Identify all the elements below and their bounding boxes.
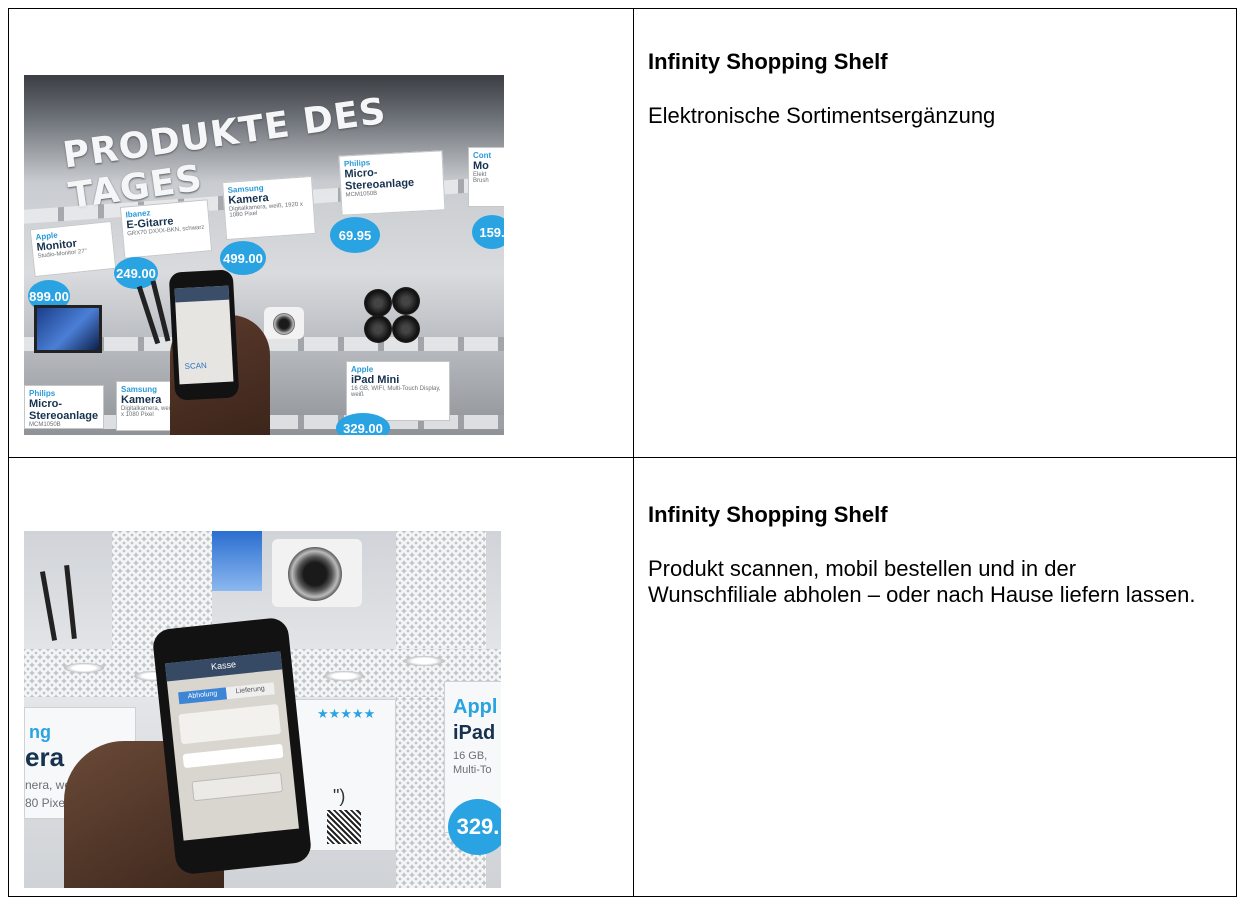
shelf-light: [64, 663, 104, 673]
product-card: Ibanez E-Gitarre GRX70 DXXX-BKN, schwarz: [119, 199, 213, 259]
price-badge: 329.00: [336, 413, 390, 435]
qr-code: [327, 810, 361, 844]
speaker-image: [364, 289, 392, 317]
product-card: Samsung Kamera Digitalkamera, weiß, 1920…: [222, 175, 316, 241]
table-row: PRODUKTE DES TAGES Apple Monitor Studio-…: [8, 8, 1237, 458]
tab-abholung[interactable]: Abholung: [178, 687, 228, 705]
shelf-light: [404, 656, 444, 666]
caption-cell: Infinity Shopping Shelf Elektronische So…: [633, 8, 1237, 458]
phone-field[interactable]: [182, 743, 284, 769]
monitor-image: [34, 305, 102, 353]
tablet-image: [212, 531, 262, 591]
product-card: Cont Mo Elekt Brush: [468, 147, 504, 207]
shelf-photo-2: ng era nera, weiß, 80 Pixel ★★★★★ ") App…: [24, 531, 501, 888]
shelf-light: [324, 671, 364, 681]
phone-image: SCAN: [168, 269, 240, 401]
price-badge: 329.: [448, 799, 501, 855]
price-badge: 159.: [472, 215, 504, 249]
camera-image: [272, 539, 362, 607]
tab-lieferung[interactable]: Lieferung: [225, 682, 275, 700]
product-card: Apple Monitor Studio-Monitor 27": [29, 220, 117, 278]
camera-image: [264, 307, 304, 339]
product-card: Philips Micro-Stereoanlage MCM1050B: [24, 385, 104, 429]
speaker-image: [392, 315, 420, 343]
caption-title: Infinity Shopping Shelf: [648, 49, 888, 74]
order-button[interactable]: [191, 772, 284, 802]
guitar-image: [64, 564, 77, 640]
caption-text: Elektronische Sortimentsergänzung: [648, 103, 996, 128]
shelf-photo-1: PRODUKTE DES TAGES Apple Monitor Studio-…: [24, 75, 504, 435]
caption-cell: Infinity Shopping Shelf Produkt scannen,…: [633, 457, 1237, 897]
price-badge: 499.00: [220, 241, 266, 275]
caption-text: Produkt scannen, mobil bestellen und in …: [648, 556, 1196, 607]
table-row: ng era nera, weiß, 80 Pixel ★★★★★ ") App…: [8, 457, 1237, 897]
phone-form: [178, 703, 281, 745]
price-badge: 69.95: [330, 217, 380, 253]
speaker-image: [364, 315, 392, 343]
document-table: PRODUKTE DES TAGES Apple Monitor Studio-…: [8, 8, 1237, 897]
product-card: Philips Micro-Stereoanlage MCM1050B: [338, 150, 446, 216]
scan-label: SCAN: [184, 360, 208, 372]
speaker-image: [392, 287, 420, 315]
phone-image: Kasse Abholung Lieferung: [151, 616, 313, 876]
product-card: Apple iPad Mini 16 GB, WIFI, Multi-Touch…: [346, 361, 450, 421]
image-cell: ng era nera, weiß, 80 Pixel ★★★★★ ") App…: [8, 457, 634, 897]
guitar-image: [39, 571, 58, 641]
image-cell: PRODUKTE DES TAGES Apple Monitor Studio-…: [8, 8, 634, 458]
rating-stars: ★★★★★: [317, 706, 376, 721]
caption-title: Infinity Shopping Shelf: [648, 502, 888, 527]
